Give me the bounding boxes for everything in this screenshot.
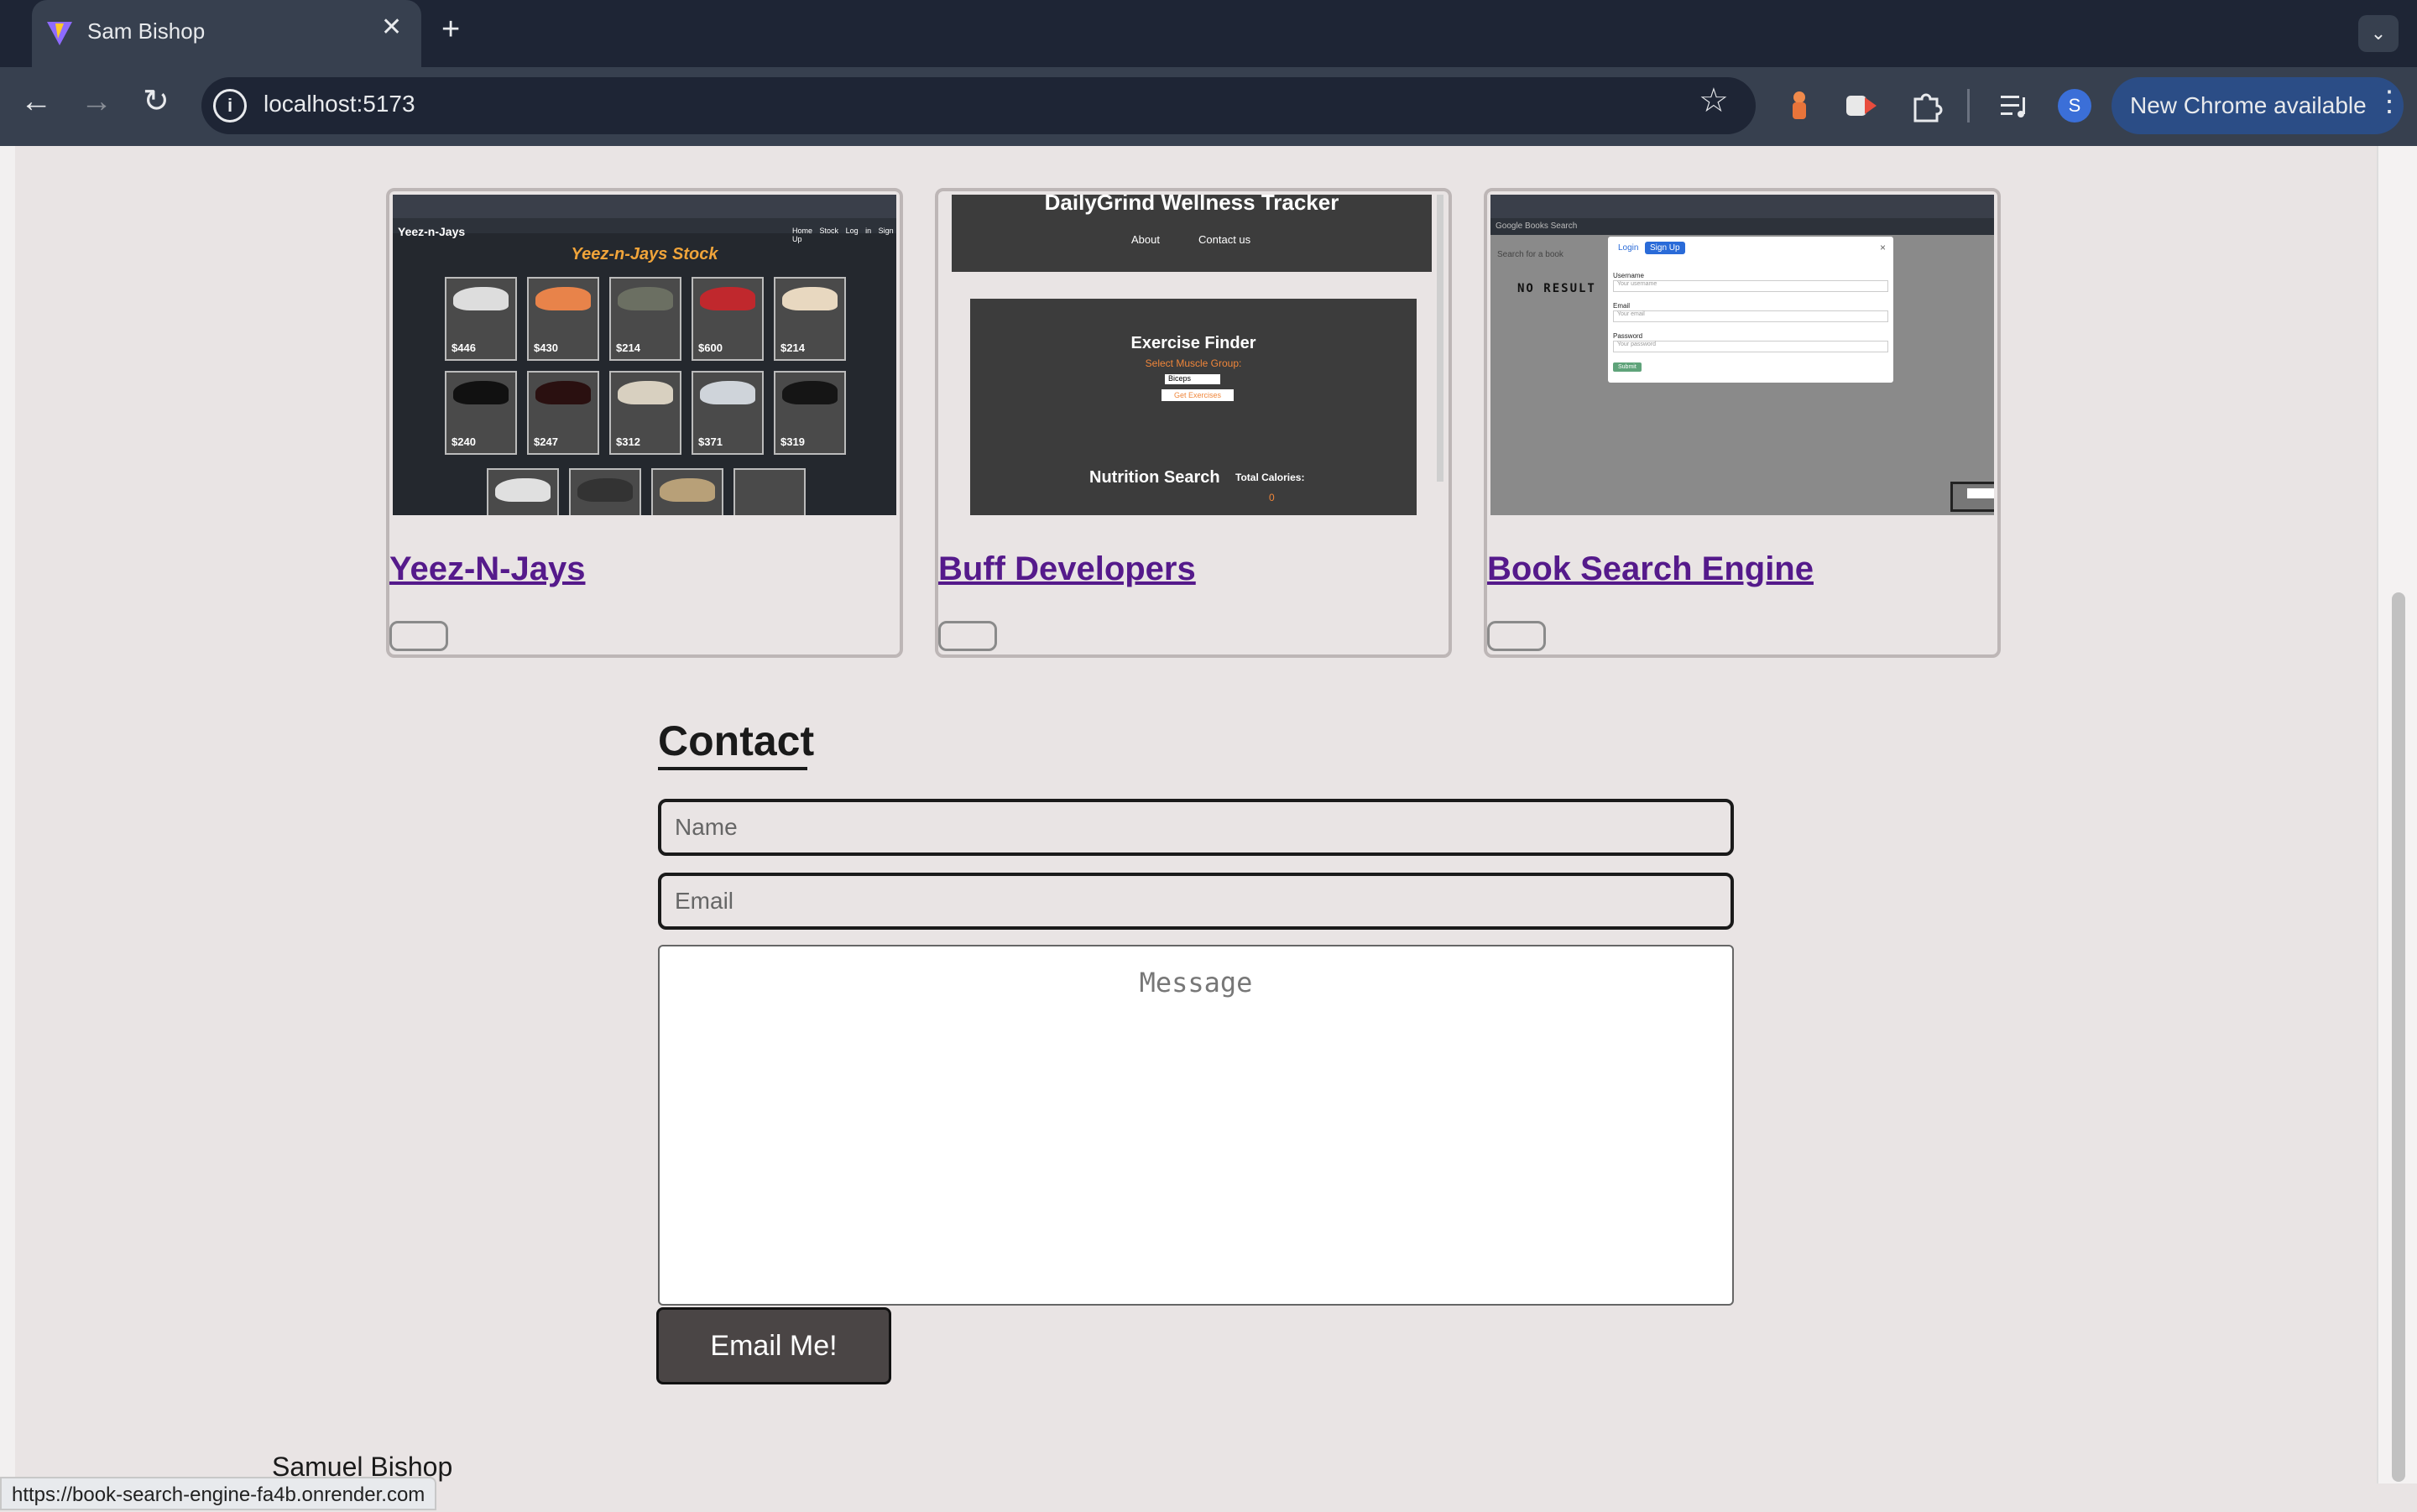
extension-icon[interactable] [1845, 91, 1878, 121]
scrollbar-thumb[interactable] [2392, 592, 2405, 1482]
heading-underline [658, 767, 807, 770]
extension-icon[interactable] [1788, 89, 1811, 123]
shot-nav-item: Contact us [1198, 233, 1251, 246]
plus-icon[interactable]: + [441, 13, 460, 45]
status-bar-url: https://book-search-engine-fa4b.onrender… [0, 1477, 437, 1510]
project-screenshot[interactable]: Yeez-n-Jays Home Stock Log in Sign Up Ye… [393, 195, 896, 515]
forward-arrow-icon[interactable]: → [81, 86, 112, 117]
message-field[interactable] [658, 945, 1734, 1306]
puzzle-icon[interactable] [1908, 87, 1944, 123]
shot-brand: Yeez-n-Jays [398, 225, 466, 238]
shot-nav-item: Stock [819, 227, 839, 235]
shot-nav-item: About [1131, 233, 1160, 246]
shot-signup-tab: Sign Up [1645, 242, 1685, 254]
shot-heading: Yeez-n-Jays Stock [571, 245, 718, 263]
shot-username-label: Username [1613, 272, 1644, 279]
shot-calories-label: Total Calories: [1235, 472, 1305, 483]
project-button[interactable] [938, 621, 997, 651]
shot-exercise-heading: Exercise Finder [1130, 334, 1256, 352]
name-field[interactable] [658, 799, 1734, 856]
vite-favicon-icon [47, 22, 72, 45]
shot-brand: Google Books Search [1496, 222, 1578, 231]
media-icon[interactable] [1997, 89, 2031, 123]
shot-password-label: Password [1613, 332, 1643, 340]
page-edge [0, 146, 15, 1483]
close-icon: × [1880, 242, 1887, 253]
shot-no-results: NO RESULT [1517, 282, 1596, 295]
project-link[interactable]: Yeez-N-Jays [389, 550, 585, 588]
project-screenshot[interactable]: Google Books Search Search for a book NO… [1490, 195, 1994, 515]
shot-nav-item: Home [792, 227, 813, 235]
more-vert-icon[interactable]: ⋮ [2375, 87, 2404, 116]
shot-submit: Submit [1613, 362, 1642, 372]
reload-icon[interactable]: ↻ [143, 86, 170, 117]
project-button[interactable] [389, 621, 448, 651]
project-card-yeez-n-jays: Yeez-n-Jays Home Stock Log in Sign Up Ye… [386, 188, 903, 658]
project-link[interactable]: Buff Developers [938, 550, 1196, 588]
project-screenshot[interactable]: DailyGrind Wellness Tracker About Contac… [942, 195, 1445, 515]
project-link[interactable]: Book Search Engine [1487, 550, 1814, 588]
shot-password-input: Your password [1613, 341, 1888, 352]
shot-nutrition-heading: Nutrition Search [1089, 468, 1220, 487]
shot-login-tab: Login [1618, 243, 1639, 253]
profile-avatar[interactable]: S [2058, 89, 2091, 123]
shot-search-placeholder: Search for a book [1497, 250, 1563, 259]
close-icon[interactable]: ✕ [381, 15, 402, 40]
contact-heading: Contact [658, 717, 815, 764]
shot-app-title: DailyGrind Wellness Tracker [1044, 195, 1339, 215]
shot-nav: Home Stock Log in Sign Up [792, 227, 896, 243]
shot-muscle-select: Biceps [1165, 374, 1220, 384]
shot-email-input: Your email [1613, 310, 1888, 322]
shot-email-label: Email [1613, 302, 1631, 310]
star-icon[interactable]: ☆ [1699, 84, 1729, 117]
url-text[interactable]: localhost:5173 [264, 91, 415, 117]
toolbar-divider [1967, 89, 1970, 123]
project-card-book-search-engine: Google Books Search Search for a book NO… [1484, 188, 2001, 658]
chevron-down-icon[interactable]: ⌄ [2358, 15, 2399, 52]
shot-nav-item: Log in [845, 227, 872, 235]
back-arrow-icon[interactable]: ← [20, 86, 52, 117]
shot-get-button: Get Exercises [1162, 389, 1234, 401]
email-field[interactable] [658, 873, 1734, 930]
tab-title: Sam Bishop [87, 18, 206, 44]
project-button[interactable] [1487, 621, 1546, 651]
site-info-icon[interactable]: i [213, 89, 247, 123]
shot-muscle-label: Select Muscle Group: [1145, 357, 1242, 369]
address-bar[interactable] [201, 77, 1756, 134]
shot-login-modal [1608, 237, 1893, 383]
shot-username-input: Your username [1613, 280, 1888, 292]
chrome-update-label[interactable]: New Chrome available [2130, 92, 2367, 119]
shot-calories-value: 0 [1269, 492, 1275, 503]
project-card-buff-developers: DailyGrind Wellness Tracker About Contac… [935, 188, 1452, 658]
email-me-button[interactable]: Email Me! [656, 1307, 891, 1384]
